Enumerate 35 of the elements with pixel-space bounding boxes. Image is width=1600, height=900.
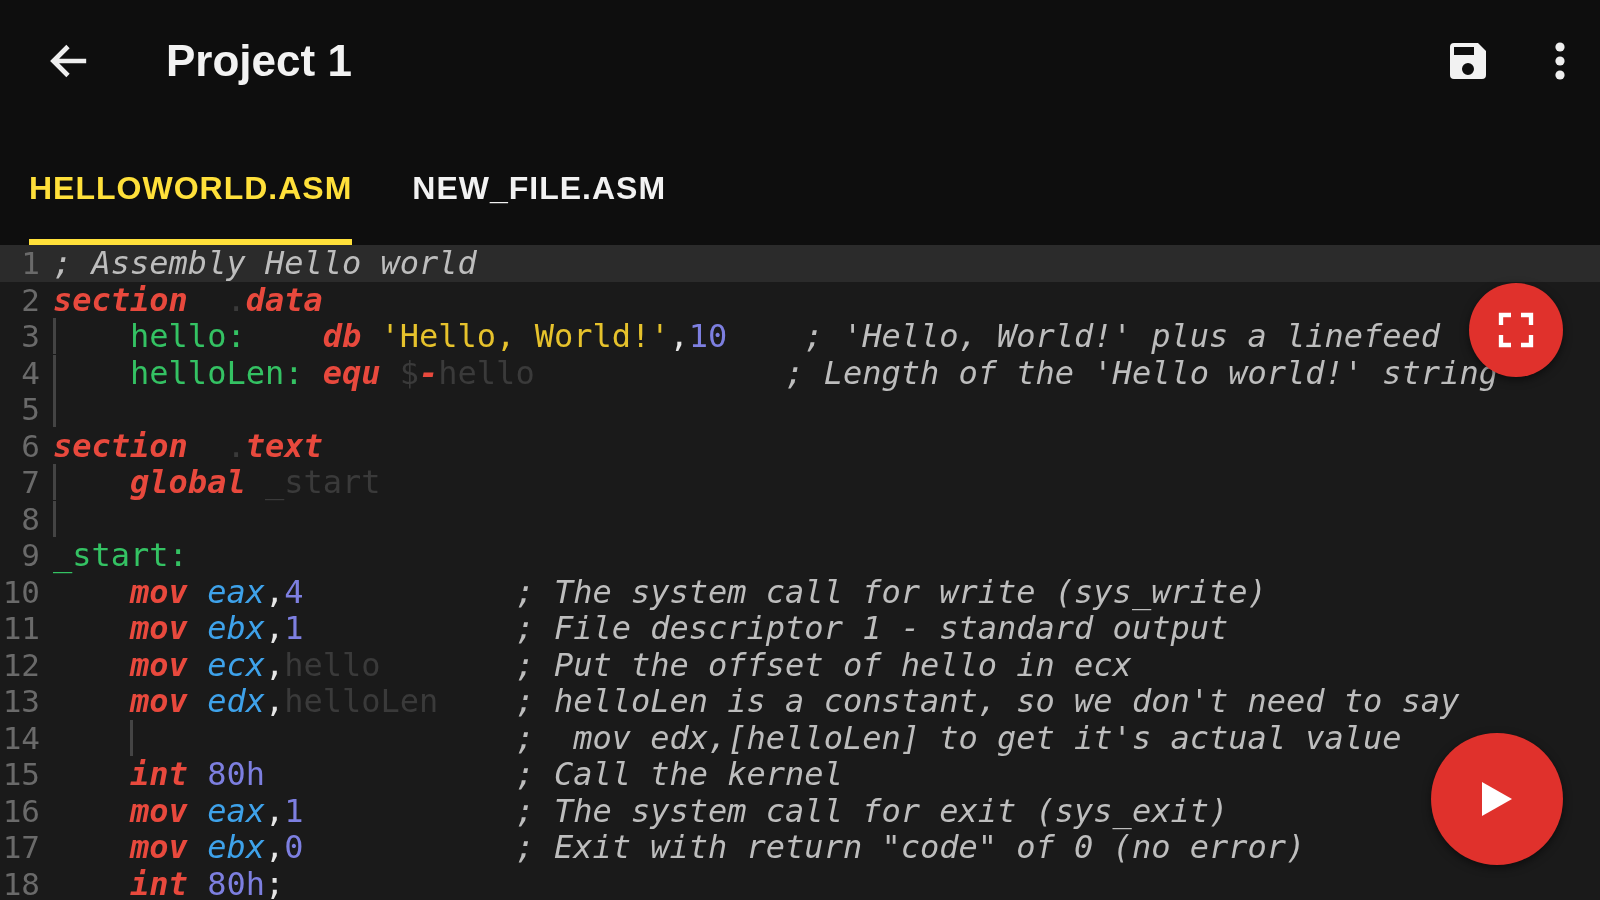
line-number: 4	[20, 354, 41, 391]
line-number: 2	[20, 281, 41, 318]
code-line: section .data	[53, 281, 323, 318]
project-title: Project 1	[166, 36, 353, 86]
code-line: int 80h ; Call the kernel	[129, 756, 843, 793]
code-line: hello: db 'Hello, World!',10 ; 'Hello, World!' plus a linefeed	[53, 318, 1441, 355]
line-number: 9	[20, 537, 41, 574]
line-number: 7	[20, 464, 41, 501]
line-number: 1	[20, 245, 41, 282]
line-number: 17	[1, 829, 41, 866]
line-number: 16	[1, 792, 41, 829]
line-number: 6	[20, 427, 41, 464]
file-tab[interactable]: NEW_FILE.ASM	[412, 170, 667, 245]
line-number: 12	[1, 646, 41, 683]
code-line: mov ebx,0 ; Exit with return "code" of 0 (no error)	[128, 829, 1306, 866]
line-number: 10	[1, 573, 41, 610]
fullscreen-icon	[1496, 310, 1536, 350]
code-line: mov eax,4 ; The system call for write (sys_write)	[129, 573, 1267, 610]
line-number: 18	[1, 865, 41, 900]
play-icon	[1480, 780, 1514, 818]
line-number: 13	[1, 683, 41, 720]
line-number: 8	[20, 500, 41, 537]
line-number: 11	[1, 610, 41, 647]
line-number: 3	[20, 318, 41, 355]
line-number: 5	[20, 391, 41, 428]
code-line: ; Assembly Hello world	[53, 245, 477, 282]
code-line: int 80h;	[129, 865, 285, 900]
code-line: _start:	[53, 537, 188, 574]
more-vert-icon	[1554, 41, 1566, 81]
code-line: mov ebx,1 ; File descriptor 1 - standard output	[128, 610, 1229, 647]
code-line: ; mov edx,[helloLen] to get it's actual value	[53, 719, 1402, 756]
code-line: section .text	[53, 427, 323, 464]
line-number: 15	[1, 756, 41, 793]
code-line: mov eax,1 ; The system call for exit (sys_exit)	[128, 792, 1229, 829]
line-number: 14	[1, 719, 41, 756]
